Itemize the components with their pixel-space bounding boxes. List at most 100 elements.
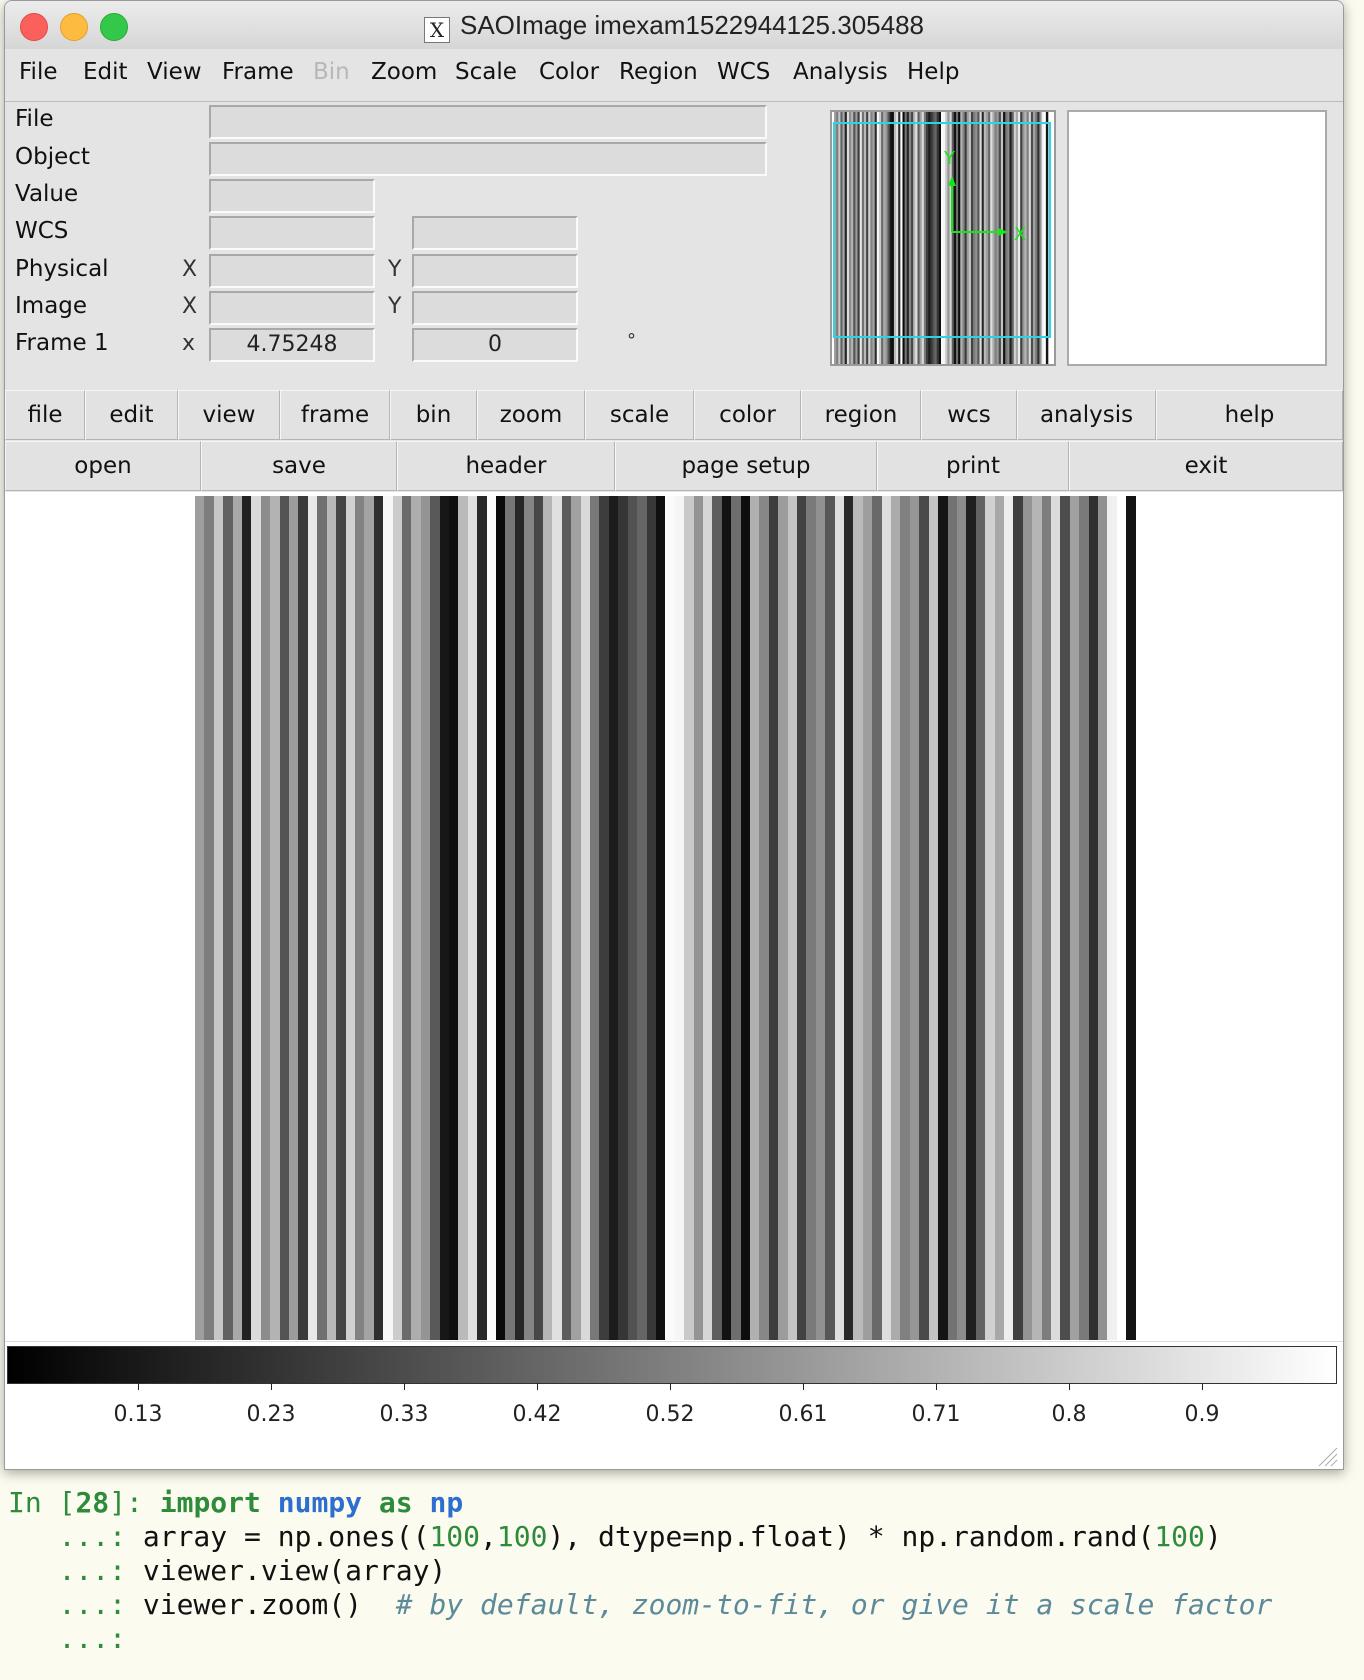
button-help[interactable]: help [1156,390,1343,440]
button-print[interactable]: print [877,441,1069,491]
panner-column [1003,112,1006,364]
frame-zoom-field[interactable]: 4.75248 [209,328,375,362]
button-bin[interactable]: bin [390,390,477,440]
wcs-field-1[interactable] [209,216,375,250]
code-fragment: , [480,1520,497,1553]
panner-column [861,112,865,364]
colorbar[interactable] [7,1346,1337,1384]
menu-edit[interactable]: Edit [83,59,128,85]
number-literal: 100 [1154,1520,1205,1553]
menu-zoom[interactable]: Zoom [371,59,437,85]
panner-column [975,112,978,364]
image-column [505,496,515,1340]
colorbar-tick-label: 0.9 [1184,1402,1220,1427]
image-column [1079,496,1089,1340]
image-column [524,496,534,1340]
menu-help[interactable]: Help [907,59,959,85]
button-color[interactable]: color [694,390,801,440]
window-title: X SAOImage imexam1522944125.305488 [5,10,1343,43]
image-column [213,496,224,1340]
value-field[interactable] [209,179,375,213]
button-edit[interactable]: edit [85,390,178,440]
panner-column [891,112,895,364]
button-zoom[interactable]: zoom [477,390,585,440]
image-column [439,496,449,1340]
menu-scale[interactable]: Scale [455,59,517,85]
panner-view[interactable]: Y X [830,110,1056,366]
object-field[interactable] [209,142,767,176]
image-column [1098,496,1108,1340]
code-fragment: viewer.view(array) [142,1554,447,1587]
saoimage-window: X SAOImage imexam1522944125.305488 File E… [4,0,1344,1470]
terminal-line: In [28]: import numpy as np [8,1486,1272,1520]
button-region[interactable]: region [801,390,921,440]
button-scale[interactable]: scale [585,390,694,440]
panner-column [934,112,938,364]
keyword-import: import [159,1486,261,1519]
ipython-terminal[interactable]: In [28]: import numpy as np ...: array =… [8,1486,1272,1656]
panner-column [913,112,916,364]
button-exit[interactable]: exit [1069,441,1343,491]
wcs-field-2[interactable] [412,216,578,250]
image-column [458,496,468,1340]
button-page-setup[interactable]: page setup [615,441,877,491]
menu-frame[interactable]: Frame [222,59,294,85]
panner-column [1041,112,1045,364]
button-analysis[interactable]: analysis [1017,390,1156,440]
button-wcs[interactable]: wcs [921,390,1017,440]
image-x-field[interactable] [209,291,375,325]
physical-y-field[interactable] [412,254,578,288]
image-column [862,496,873,1340]
physical-x-field[interactable] [209,254,375,288]
menu-region[interactable]: Region [619,59,698,85]
image-y-field[interactable] [412,291,578,325]
image-column [1003,496,1014,1340]
frame-angle-field[interactable]: 0 [412,328,578,362]
colorbar-tick-label: 0.52 [645,1402,695,1427]
panner-column [857,112,860,364]
file-field[interactable] [209,105,767,139]
image-column [345,496,355,1340]
title-bar[interactable]: X SAOImage imexam1522944125.305488 [5,1,1343,50]
panner-column [970,112,974,364]
menu-file[interactable]: File [19,59,58,85]
image-column [1107,496,1117,1340]
image-column [646,496,656,1340]
button-file[interactable]: file [5,390,85,440]
menu-view[interactable]: View [147,59,202,85]
image-column [834,496,845,1340]
physical-y-label: Y [388,257,402,282]
image-column [853,496,863,1340]
button-open[interactable]: open [5,441,201,491]
panner-column [968,112,972,364]
panner-column [960,112,963,364]
menu-wcs[interactable]: WCS [717,59,770,85]
button-view[interactable]: view [178,390,280,440]
image-canvas[interactable] [5,492,1343,1341]
panner-column [881,112,884,364]
menu-analysis[interactable]: Analysis [793,59,888,85]
label-wcs: WCS [15,218,69,244]
colorbar-tick [537,1383,538,1390]
code-fragment: viewer.zoom() [142,1588,396,1621]
image-column [204,496,214,1340]
button-frame[interactable]: frame [280,390,390,440]
colorbar-tick [1069,1383,1070,1390]
panner-column [859,112,863,364]
button-save[interactable]: save [201,441,397,491]
panner-column [990,112,993,364]
panner-column [955,112,959,364]
image-column [731,496,741,1340]
panner-column [893,112,897,364]
panner-column [932,112,935,364]
image-column [251,496,261,1340]
continuation-prompt: ...: [8,1554,143,1587]
image-column [947,496,957,1340]
image-column [486,496,496,1340]
button-header[interactable]: header [397,441,615,491]
continuation-prompt: ...: [8,1588,143,1621]
resize-grip-icon[interactable] [1315,1444,1339,1468]
panner-column [863,112,867,364]
panner-column [870,112,873,364]
menu-color[interactable]: Color [539,59,599,85]
